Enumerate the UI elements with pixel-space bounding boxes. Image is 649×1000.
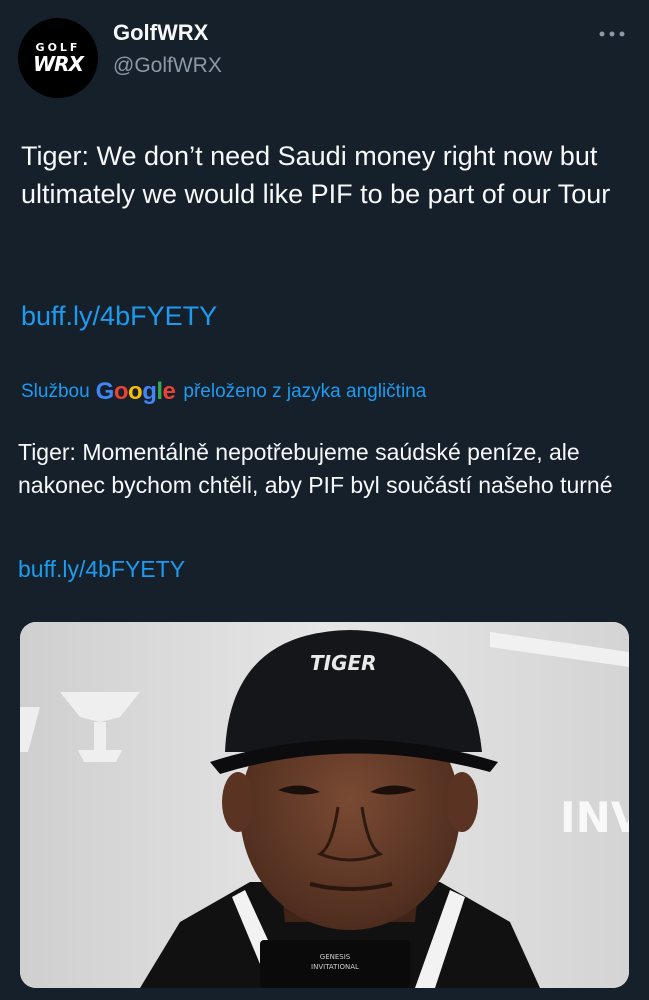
google-letter: e (162, 378, 176, 405)
tweet-text: Tiger: We don’t need Saudi money right n… (21, 141, 611, 209)
more-horizontal-icon (599, 31, 625, 37)
translated-text: Tiger: Momentálně nepotřebujeme saúdské … (18, 439, 613, 498)
translated-link[interactable]: buff.ly/4bFYETY (18, 553, 185, 586)
mic-plate-text-1: GENESIS (320, 953, 351, 961)
translation-prefix: Službou (21, 381, 90, 402)
google-letter: o (128, 378, 143, 405)
tweet: GOLF WRX GolfWRX @GolfWRX Tiger: We don’… (0, 0, 649, 1000)
mic-plate-text-2: INVITATIONAL (311, 963, 359, 971)
more-options-icon[interactable] (598, 22, 626, 42)
author-display-name[interactable]: GolfWRX (113, 20, 208, 46)
google-letter: o (113, 378, 129, 405)
tweet-media-photo[interactable]: INV TIGER GENESIS INVITATIONAL (20, 622, 629, 988)
google-logo: Google (96, 378, 176, 406)
translation-suffix: přeloženo z jazyka angličtina (183, 381, 427, 402)
tiger-woods-photo: INV TIGER GENESIS INVITATIONAL (20, 622, 629, 988)
backdrop-text: INV (560, 793, 629, 842)
author-handle[interactable]: @GolfWRX (113, 54, 222, 78)
cap-logo: TIGER (310, 651, 377, 675)
avatar-logo-bottom: WRX (33, 52, 84, 76)
avatar[interactable]: GOLF WRX (18, 18, 98, 98)
translation-attribution[interactable]: Službou Google přeloženo z jazyka anglič… (21, 378, 426, 406)
tweet-link[interactable]: buff.ly/4bFYETY (21, 297, 217, 335)
google-letter: g (142, 378, 157, 405)
google-letter: G (95, 378, 115, 405)
